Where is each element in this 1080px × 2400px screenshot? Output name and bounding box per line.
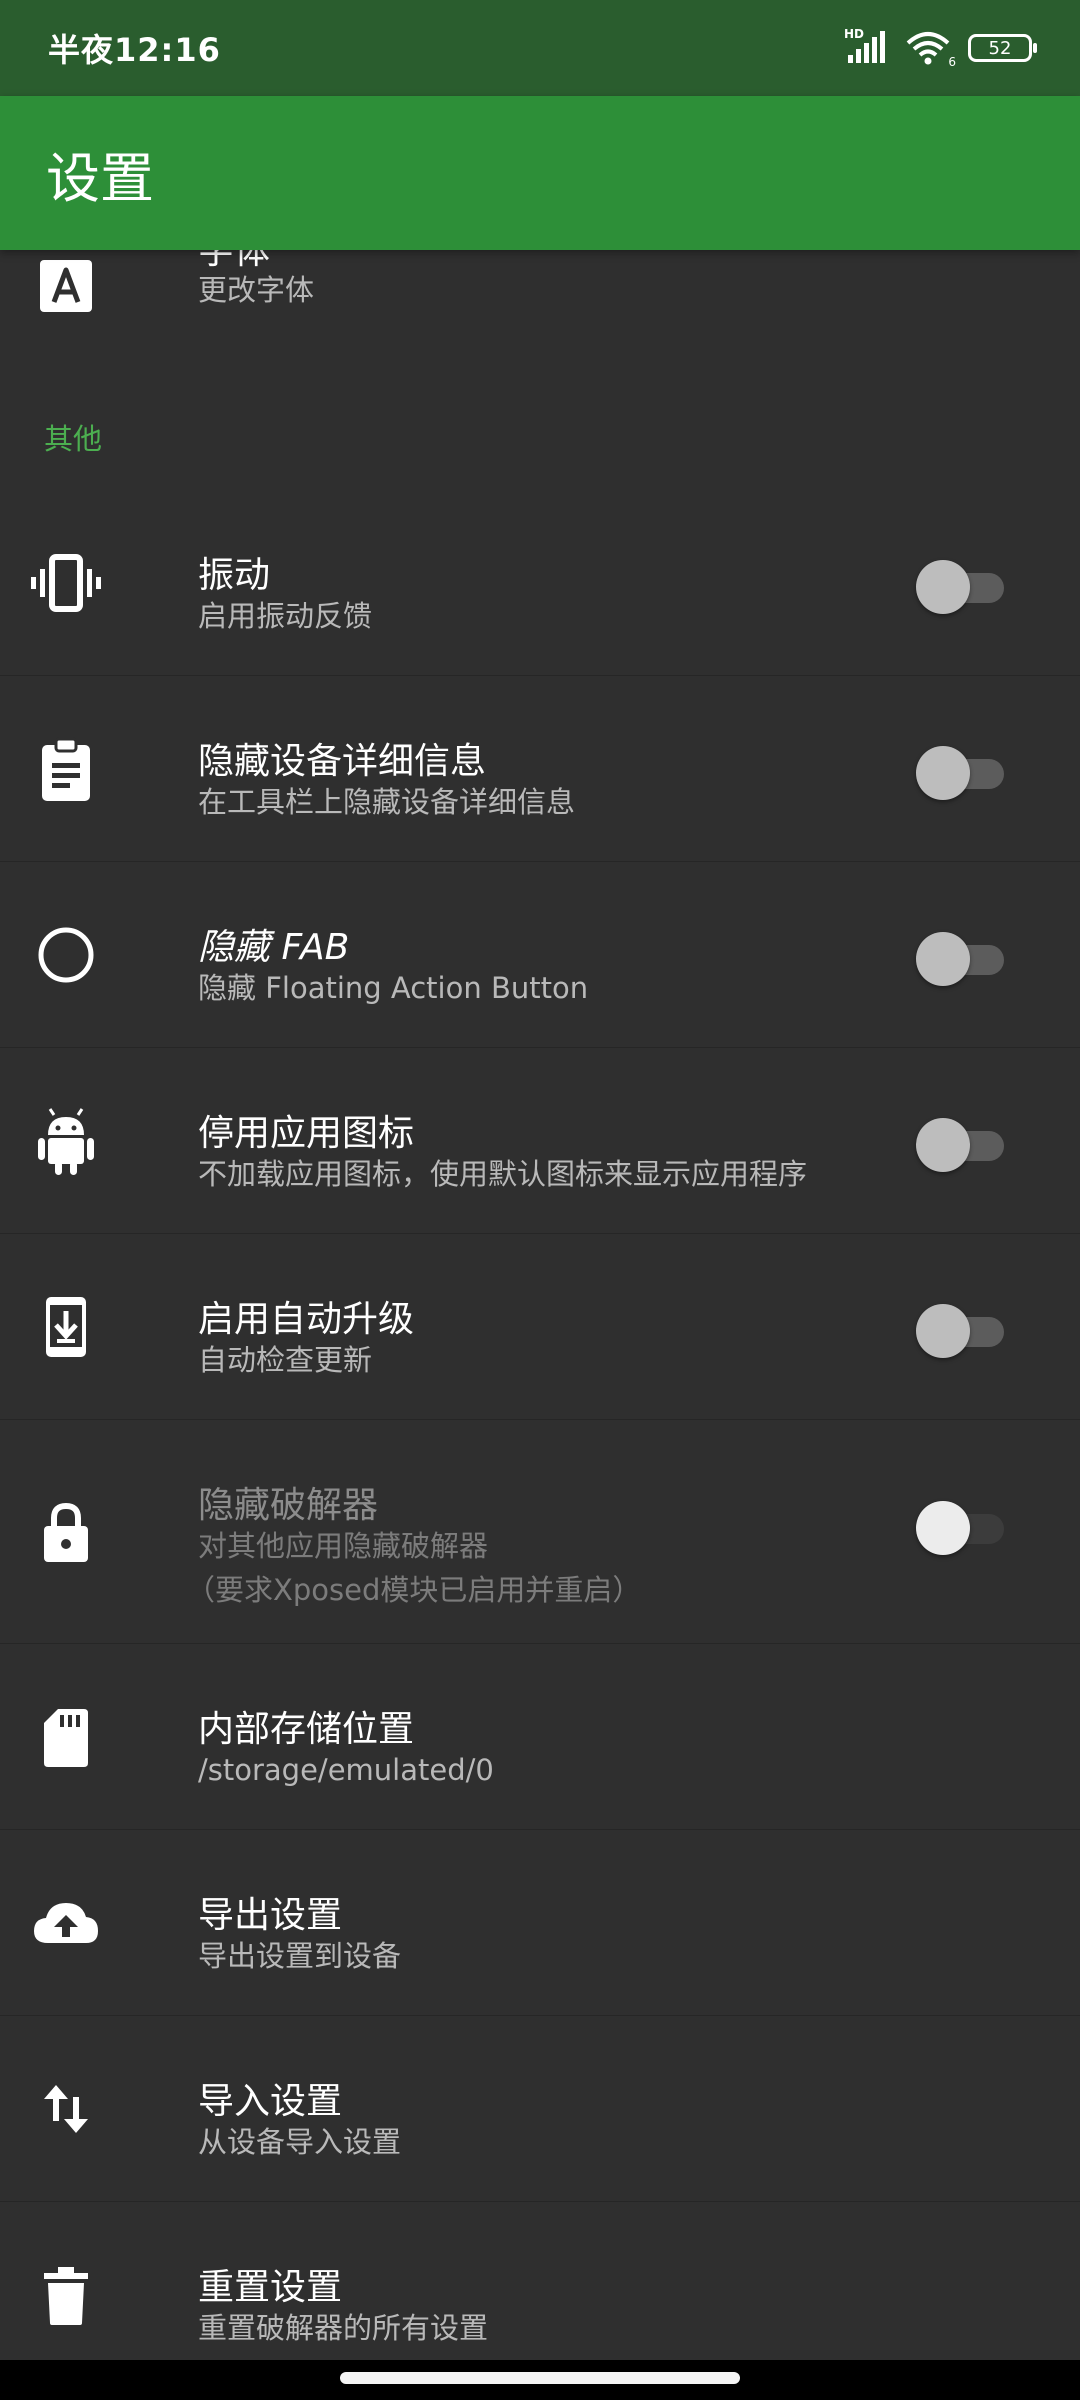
wifi-icon: 6	[906, 31, 956, 69]
settings-list[interactable]: 字体 更改字体 其他 振动 启用振动反馈 隐藏设备详细信息 在工具栏上隐藏设备详…	[0, 250, 1080, 2360]
disable-app-icons-toggle[interactable]	[916, 1117, 1006, 1173]
toggle-thumb	[916, 1118, 970, 1172]
setting-title: 隐藏破解器	[198, 1485, 379, 1526]
toggle-thumb	[916, 560, 970, 614]
setting-title: 重置设置	[198, 2267, 343, 2308]
toggle-thumb	[916, 1304, 970, 1358]
signal-icon: HD	[844, 27, 888, 65]
vibration-icon	[30, 547, 102, 619]
setting-reset[interactable]: 重置设置 重置破解器的所有设置	[0, 2202, 1080, 2360]
sd-card-icon	[30, 1701, 102, 1773]
android-icon	[30, 1105, 102, 1177]
system-update-icon	[30, 1291, 102, 1363]
setting-subtitle: 在工具栏上隐藏设备详细信息	[198, 785, 576, 819]
status-time: 半夜12:16	[48, 31, 221, 69]
setting-import[interactable]: 导入设置 从设备导入设置	[0, 2016, 1080, 2202]
setting-export[interactable]: 导出设置 导出设置到设备	[0, 1830, 1080, 2016]
setting-vibration[interactable]: 振动 启用振动反馈	[0, 490, 1080, 676]
setting-title: 停用应用图标	[198, 1113, 415, 1154]
setting-subtitle: /storage/emulated/0	[198, 1753, 494, 1787]
toggle-thumb	[916, 932, 970, 986]
cloud-upload-icon	[30, 1887, 102, 1959]
toggle-thumb	[916, 746, 970, 800]
home-gesture-handle[interactable]	[340, 2372, 740, 2384]
font-icon	[30, 250, 102, 322]
signal-hd-label: HD	[844, 27, 865, 41]
setting-subtitle: 不加载应用图标，使用默认图标来显示应用程序	[198, 1157, 808, 1191]
setting-title: 振动	[198, 555, 271, 596]
setting-hide-device-info[interactable]: 隐藏设备详细信息 在工具栏上隐藏设备详细信息	[0, 676, 1080, 862]
setting-disable-app-icons[interactable]: 停用应用图标 不加载应用图标，使用默认图标来显示应用程序	[0, 1048, 1080, 1234]
setting-subtitle: 从设备导入设置	[198, 2125, 402, 2159]
hide-fab-toggle[interactable]	[916, 931, 1006, 987]
setting-title: 内部存储位置	[198, 1709, 415, 1750]
vibration-toggle[interactable]	[916, 559, 1006, 615]
setting-hide-fab[interactable]: 隐藏 FAB 隐藏 Floating Action Button	[0, 862, 1080, 1048]
setting-title: 隐藏 FAB	[198, 927, 350, 968]
setting-title: 启用自动升级	[198, 1299, 415, 1340]
battery-level: 52	[988, 37, 1012, 59]
hide-device-info-toggle[interactable]	[916, 745, 1006, 801]
setting-title: 导出设置	[198, 1895, 343, 1936]
setting-subtitle: 隐藏 Floating Action Button	[198, 971, 589, 1005]
setting-storage-location[interactable]: 内部存储位置 /storage/emulated/0	[0, 1644, 1080, 1830]
battery-icon: 52	[968, 34, 1037, 62]
status-icons: HD 6 52	[844, 27, 1037, 69]
trash-icon	[30, 2259, 102, 2331]
setting-subtitle: 重置破解器的所有设置	[198, 2311, 489, 2345]
navigation-bar	[0, 2360, 1080, 2400]
setting-subtitle: 导出设置到设备	[198, 1939, 402, 1973]
toggle-thumb	[916, 1501, 970, 1555]
app-bar: 设置	[0, 96, 1080, 250]
setting-subtitle: 更改字体	[198, 273, 315, 307]
hide-cracker-toggle	[916, 1500, 1006, 1556]
wifi-label: 6	[948, 55, 956, 69]
swap-vert-icon	[30, 2073, 102, 2145]
setting-title: 导入设置	[198, 2081, 343, 2122]
lock-icon	[30, 1496, 102, 1568]
setting-subtitle-note: （要求Xposed模块已启用并重启）	[186, 1573, 642, 1607]
setting-subtitle: 对其他应用隐藏破解器	[198, 1529, 489, 1563]
auto-update-toggle[interactable]	[916, 1303, 1006, 1359]
setting-hide-cracker: 隐藏破解器 对其他应用隐藏破解器 （要求Xposed模块已启用并重启）	[0, 1420, 1080, 1644]
setting-title: 隐藏设备详细信息	[198, 741, 487, 782]
circle-icon	[30, 919, 102, 991]
section-header-other: 其他	[44, 422, 103, 456]
setting-subtitle: 自动检查更新	[198, 1343, 373, 1377]
setting-auto-update[interactable]: 启用自动升级 自动检查更新	[0, 1234, 1080, 1420]
page-title: 设置	[46, 146, 154, 210]
setting-font[interactable]: 字体 更改字体	[0, 250, 1080, 350]
clipboard-icon	[30, 733, 102, 805]
setting-subtitle: 启用振动反馈	[198, 599, 373, 633]
status-bar: 半夜12:16 HD 6 52	[0, 0, 1080, 96]
